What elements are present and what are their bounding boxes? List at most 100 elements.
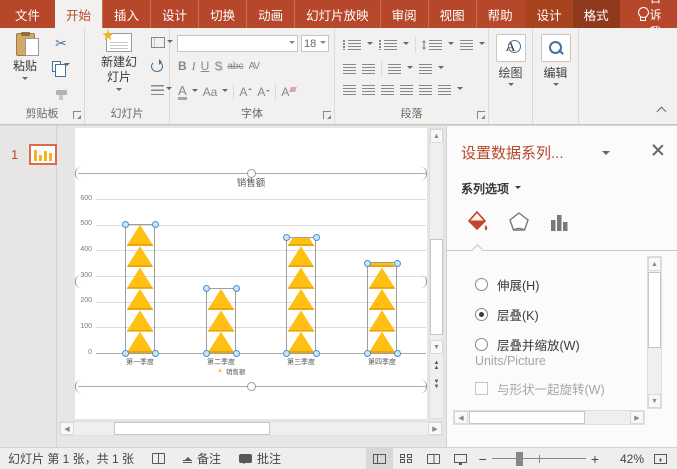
series-selection-handle[interactable] [313, 234, 320, 241]
pane-scroll-down-button[interactable]: ▼ [648, 394, 661, 408]
font-button-b[interactable]: B [178, 59, 187, 73]
zoom-slider[interactable] [492, 452, 586, 466]
tab-series-options[interactable] [545, 208, 573, 236]
chart-title[interactable]: 销售额 [176, 175, 326, 189]
series-selection-handle[interactable] [364, 350, 371, 357]
ribbon-tab-4[interactable]: 动画 [246, 0, 294, 28]
chart-bar-2[interactable] [288, 238, 315, 354]
vertical-scroll-thumb[interactable] [430, 239, 443, 335]
contextual-tab-1[interactable]: 格式 [573, 0, 620, 28]
collapse-ribbon-button[interactable] [657, 107, 667, 117]
previous-slide-button[interactable]: ▲▲ [430, 358, 443, 374]
series-selection-handle[interactable] [122, 221, 129, 228]
pane-vertical-scroll-thumb[interactable] [648, 272, 661, 348]
series-selection-handle[interactable] [233, 350, 240, 357]
tell-me-button[interactable]: 告诉我 [624, 0, 677, 28]
scroll-right-button[interactable]: ▶ [428, 422, 442, 435]
slide-thumbnail[interactable] [29, 144, 57, 165]
ribbon-tab-1[interactable]: 插入 [102, 0, 150, 28]
series-selection-handle[interactable] [152, 350, 159, 357]
ribbon-tab-8[interactable]: 帮助 [476, 0, 524, 28]
change-case-button[interactable]: Aa [203, 85, 218, 99]
tab-file[interactable]: 文件 [0, 0, 55, 28]
scroll-up-button[interactable]: ▲ [430, 129, 443, 143]
new-slide-button[interactable]: 新建幻灯片 [91, 33, 147, 94]
chart-bar-3[interactable] [369, 263, 396, 353]
chart-bar-0[interactable] [127, 225, 154, 353]
scroll-down-button[interactable]: ▼ [430, 340, 443, 354]
fit-to-window-button[interactable] [654, 454, 667, 464]
copy-button[interactable] [50, 57, 72, 75]
editor-vertical-scrollbar[interactable]: ▲ ▼ ▲▲ ▼▼ [429, 128, 444, 419]
pane-scroll-up-button[interactable]: ▲ [648, 257, 661, 271]
align-center-button[interactable] [362, 85, 375, 95]
editing-button[interactable]: 编辑 [541, 34, 571, 89]
font-button-av[interactable]: AV [248, 61, 259, 72]
series-selection-handle[interactable] [233, 285, 240, 292]
series-selection-handle[interactable] [394, 350, 401, 357]
series-selection-handle[interactable] [203, 350, 210, 357]
notes-button[interactable]: 备注 [183, 450, 221, 467]
tab-fill-line[interactable] [463, 208, 491, 236]
font-button-abc[interactable]: abc [227, 61, 243, 72]
comments-button[interactable]: 批注 [239, 450, 281, 467]
pane-horizontal-scroll-thumb[interactable] [469, 411, 585, 424]
justify-button[interactable] [400, 85, 413, 95]
spell-check-button[interactable] [152, 453, 165, 464]
clear-formatting-button[interactable]: A [281, 85, 296, 99]
slide-show-button[interactable] [447, 448, 474, 469]
pane-scroll-left-button[interactable]: ◀ [454, 411, 468, 424]
ribbon-tab-7[interactable]: 视图 [428, 0, 476, 28]
series-selection-handle[interactable] [283, 350, 290, 357]
scroll-left-button[interactable]: ◀ [60, 422, 74, 435]
zoom-percentage[interactable]: 42% [604, 452, 644, 466]
format-painter-button[interactable] [50, 83, 72, 101]
ribbon-tab-2[interactable]: 设计 [150, 0, 198, 28]
increase-indent-button[interactable] [362, 64, 375, 74]
decrease-indent-button[interactable] [343, 64, 356, 74]
contextual-tab-0[interactable]: 设计 [526, 0, 573, 28]
zoom-out-button[interactable]: − [474, 451, 492, 467]
series-selection-handle[interactable] [283, 234, 290, 241]
drawing-button[interactable]: A 绘图 [496, 34, 526, 89]
columns-button[interactable] [388, 64, 401, 74]
series-selection-handle[interactable] [394, 260, 401, 267]
font-button-u[interactable]: U [201, 59, 210, 73]
series-options-section[interactable]: 系列选项 [461, 180, 521, 197]
slide-sorter-view-button[interactable] [393, 448, 420, 469]
chart-legend[interactable]: ▲ 销售额 [217, 366, 245, 376]
pane-radio-option-1[interactable]: 层叠(K) [475, 305, 580, 324]
ribbon-tab-0[interactable]: 开始 [55, 0, 102, 28]
paste-dropdown-caret[interactable] [22, 77, 28, 83]
font-dialog-launcher[interactable] [323, 111, 331, 119]
align-left-button[interactable] [343, 85, 356, 95]
normal-view-button[interactable] [366, 448, 393, 469]
cut-button[interactable]: ✂ [50, 35, 72, 53]
pane-radio-option-0[interactable]: 伸展(H) [475, 275, 580, 294]
zoom-slider-thumb[interactable] [516, 452, 523, 466]
series-selection-handle[interactable] [203, 285, 210, 292]
increase-font-button[interactable]: A [239, 85, 252, 99]
ribbon-tab-5[interactable]: 幻灯片放映 [294, 0, 380, 28]
zoom-in-button[interactable]: + [586, 451, 604, 467]
pane-close-icon[interactable] [652, 144, 663, 155]
pane-radio-option-2[interactable]: 层叠并缩放(W) [475, 335, 580, 354]
distribute-button[interactable] [419, 85, 432, 95]
chart-bar-1[interactable] [208, 289, 235, 353]
font-button-s[interactable]: S [214, 59, 222, 73]
new-slide-dropdown-caret[interactable] [116, 88, 122, 94]
clipboard-dialog-launcher[interactable] [73, 111, 81, 119]
rotate-with-shape-checkbox[interactable]: 与形状一起旋转(W) [475, 379, 605, 398]
series-selection-handle[interactable] [313, 350, 320, 357]
line-spacing-button[interactable] [429, 40, 442, 50]
align-text-button[interactable] [419, 64, 432, 74]
pane-dropdown-caret[interactable] [602, 151, 610, 159]
paste-button[interactable]: 粘贴 [6, 33, 44, 83]
tab-effects[interactable] [505, 208, 533, 236]
text-direction-button[interactable] [460, 40, 473, 50]
font-color-button[interactable]: A [178, 84, 187, 100]
next-slide-button[interactable]: ▼▼ [430, 377, 443, 393]
decrease-font-button[interactable]: A [257, 85, 270, 99]
series-selection-handle[interactable] [122, 350, 129, 357]
series-selection-handle[interactable] [152, 221, 159, 228]
